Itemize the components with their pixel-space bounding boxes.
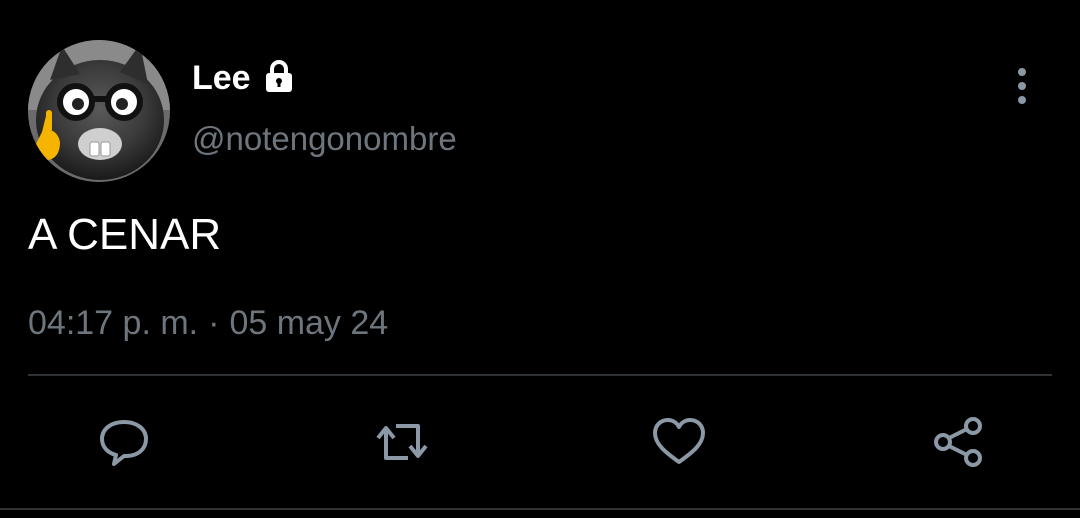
divider <box>28 374 1052 376</box>
retweet-button[interactable] <box>370 410 434 474</box>
action-bar <box>0 410 1080 474</box>
more-vertical-icon[interactable] <box>1004 66 1040 106</box>
meta-separator: · <box>208 304 220 342</box>
heart-icon <box>653 418 705 464</box>
display-name[interactable]: Lee <box>192 56 251 100</box>
avatar-image <box>28 40 170 182</box>
display-name-row: Lee <box>192 56 297 100</box>
reply-button[interactable] <box>92 410 156 474</box>
retweet-icon <box>376 424 428 460</box>
tweet-detail: Lee @notengonombre A CENAR 04:17 p. m. ·… <box>0 0 1080 518</box>
avatar[interactable] <box>28 40 170 182</box>
comment-icon <box>100 420 148 466</box>
tweet-time[interactable]: 04:17 p. m. <box>28 300 198 346</box>
tweet-date[interactable]: 05 may 24 <box>229 300 388 346</box>
lock-icon <box>261 58 297 94</box>
like-button[interactable] <box>647 410 711 474</box>
handle[interactable]: @notengonombre <box>192 118 457 160</box>
tweet-meta: 04:17 p. m. · 05 may 24 <box>28 300 388 346</box>
tweet-text: A CENAR <box>28 210 222 259</box>
bottom-divider <box>0 508 1080 510</box>
share-button[interactable] <box>925 410 989 474</box>
share-icon <box>934 417 982 467</box>
